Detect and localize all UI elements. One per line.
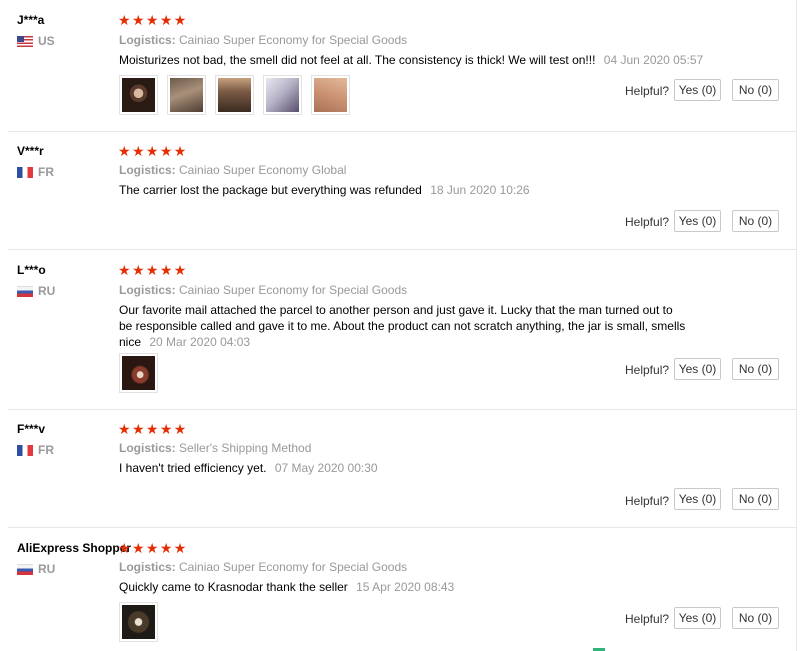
logistics-label: Logistics: xyxy=(119,283,176,297)
review-date: 04 Jun 2020 05:57 xyxy=(603,53,704,67)
reviews-panel: J***a US ★★★★★ Logistics: Cainiao Super … xyxy=(0,0,797,651)
helpful-yes-button[interactable]: Yes (0) xyxy=(674,607,721,629)
logistics-method: Seller's Shipping Method xyxy=(179,441,312,455)
review-date: 07 May 2020 00:30 xyxy=(274,461,378,475)
helpful-label: Helpful? xyxy=(625,84,670,98)
reviewer-country: RU xyxy=(17,562,55,576)
fr-flag-icon xyxy=(17,166,33,178)
logistics-label: Logistics: xyxy=(119,163,176,177)
review-photo[interactable] xyxy=(263,75,302,115)
logistics-label: Logistics: xyxy=(119,33,176,47)
helpful-no-button[interactable]: No (0) xyxy=(732,358,779,380)
helpful-no-button[interactable]: No (0) xyxy=(732,79,779,101)
logistics-info: Logistics: Cainiao Super Economy for Spe… xyxy=(119,560,407,574)
star-rating: ★★★★★ xyxy=(118,262,188,278)
review-item: L***o RU ★★★★★ Logistics: Cainiao Super … xyxy=(0,250,797,410)
helpful-no-button[interactable]: No (0) xyxy=(732,607,779,629)
helpful-label: Helpful? xyxy=(625,612,670,626)
reviewer-name: J***a xyxy=(17,13,45,27)
reviewer-name: V***r xyxy=(17,144,44,158)
helpful-label: Helpful? xyxy=(625,363,670,377)
review-photos xyxy=(119,602,158,642)
review-date: 20 Mar 2020 04:03 xyxy=(149,335,251,349)
review-photo[interactable] xyxy=(167,75,206,115)
review-item: J***a US ★★★★★ Logistics: Cainiao Super … xyxy=(0,0,797,132)
logistics-label: Logistics: xyxy=(119,441,176,455)
reviewer-country: FR xyxy=(17,443,54,457)
reviewer-name: F***v xyxy=(17,422,46,436)
review-body: The carrier lost the package but everyth… xyxy=(119,183,422,197)
reviewer-country: FR xyxy=(17,165,54,179)
review-item: V***r FR ★★★★★ Logistics: Cainiao Super … xyxy=(0,132,797,250)
helpful-yes-button[interactable]: Yes (0) xyxy=(674,210,721,232)
logistics-info: Logistics: Cainiao Super Economy for Spe… xyxy=(119,283,407,297)
logistics-method: Cainiao Super Economy for Special Goods xyxy=(179,283,408,297)
review-photo[interactable] xyxy=(311,75,350,115)
review-date: 15 Apr 2020 08:43 xyxy=(356,580,455,594)
helpful-yes-button[interactable]: Yes (0) xyxy=(674,488,721,510)
review-photos xyxy=(119,353,158,393)
review-photo[interactable] xyxy=(215,75,254,115)
logistics-info: Logistics: Cainiao Super Economy for Spe… xyxy=(119,33,407,47)
country-code: FR xyxy=(38,165,54,179)
review-text: I haven't tried efficiency yet. 07 May 2… xyxy=(119,460,679,476)
helpful-yes-button[interactable]: Yes (0) xyxy=(674,358,721,380)
reviewer-country: US xyxy=(17,34,55,48)
review-item: AliExpress Shopper RU ★★★★★ Logistics: C… xyxy=(0,528,797,651)
review-photo[interactable] xyxy=(119,353,158,393)
star-rating: ★★★★★ xyxy=(118,143,188,159)
review-photo[interactable] xyxy=(119,602,158,642)
fr-flag-icon xyxy=(17,444,33,456)
logistics-method: Cainiao Super Economy for Special Goods xyxy=(179,560,408,574)
helpful-no-button[interactable]: No (0) xyxy=(732,488,779,510)
country-code: US xyxy=(38,34,55,48)
country-code: RU xyxy=(38,562,56,576)
helpful-no-button[interactable]: No (0) xyxy=(732,210,779,232)
review-photos xyxy=(119,75,350,115)
reviewer-name: L***o xyxy=(17,263,46,277)
review-text: Quickly came to Krasnodar thank the sell… xyxy=(119,579,679,595)
star-rating: ★★★★★ xyxy=(118,540,188,556)
logistics-info: Logistics: Cainiao Super Economy Global xyxy=(119,163,346,177)
logistics-label: Logistics: xyxy=(119,560,176,574)
logistics-info: Logistics: Seller's Shipping Method xyxy=(119,441,311,455)
review-text: Moisturizes not bad, the smell did not f… xyxy=(119,52,719,68)
country-code: FR xyxy=(38,443,54,457)
ru-flag-icon xyxy=(17,285,33,297)
star-rating: ★★★★★ xyxy=(118,421,188,437)
helpful-label: Helpful? xyxy=(625,494,670,508)
review-date: 18 Jun 2020 10:26 xyxy=(430,183,530,197)
us-flag-icon xyxy=(17,35,33,47)
helpful-yes-button[interactable]: Yes (0) xyxy=(674,79,721,101)
logistics-method: Cainiao Super Economy for Special Goods xyxy=(179,33,408,47)
reviewer-country: RU xyxy=(17,284,55,298)
ru-flag-icon xyxy=(17,563,33,575)
review-body: I haven't tried efficiency yet. xyxy=(119,461,267,475)
review-body: Quickly came to Krasnodar thank the sell… xyxy=(119,580,348,594)
reviewer-name: AliExpress Shopper xyxy=(17,541,132,555)
review-item: F***v FR ★★★★★ Logistics: Seller's Shipp… xyxy=(0,410,797,528)
logistics-method: Cainiao Super Economy Global xyxy=(179,163,347,177)
review-text: Our favorite mail attached the parcel to… xyxy=(119,302,689,350)
review-photo[interactable] xyxy=(119,75,158,115)
star-rating: ★★★★★ xyxy=(118,12,188,28)
helpful-label: Helpful? xyxy=(625,215,670,229)
review-body: Moisturizes not bad, the smell did not f… xyxy=(119,53,596,67)
country-code: RU xyxy=(38,284,56,298)
review-text: The carrier lost the package but everyth… xyxy=(119,182,679,198)
